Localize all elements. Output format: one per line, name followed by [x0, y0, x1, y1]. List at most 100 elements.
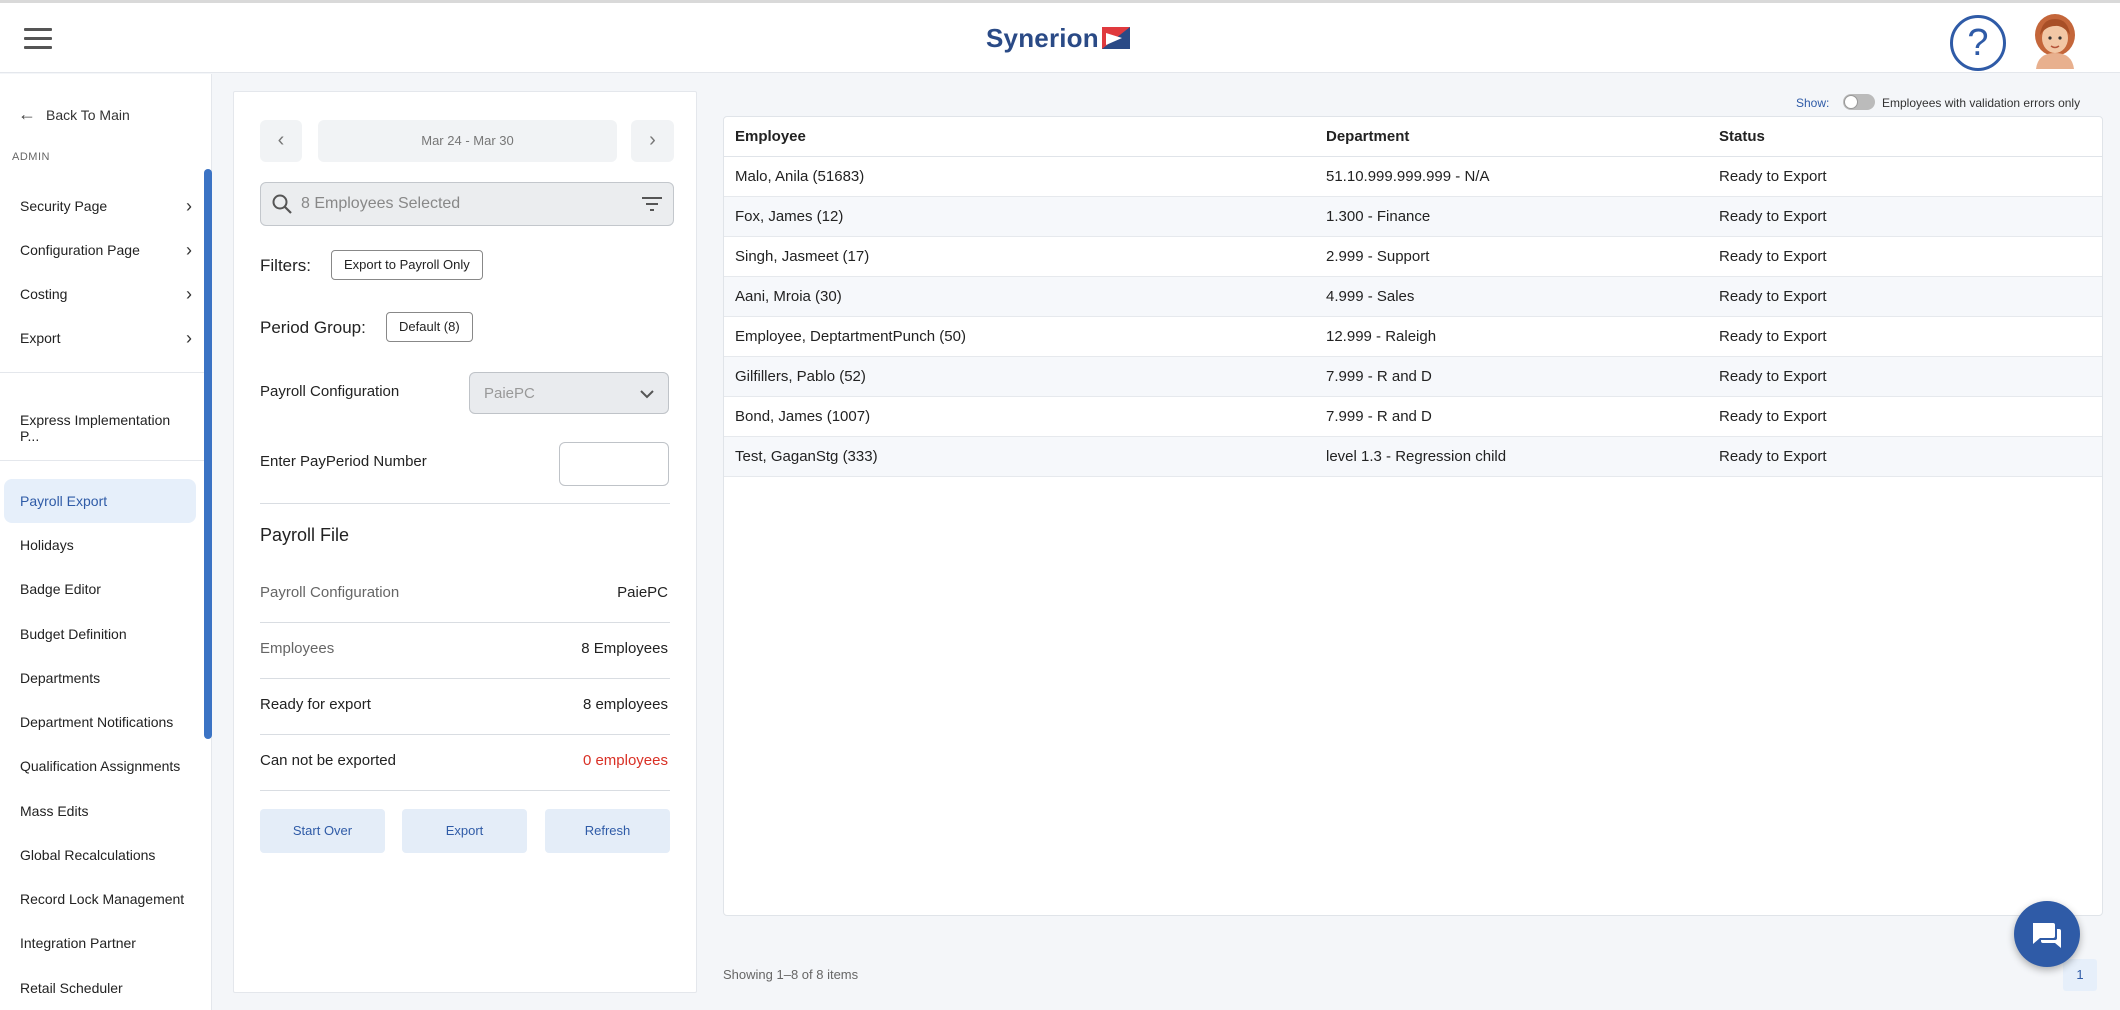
- chevron-down-icon: [640, 390, 654, 399]
- cell-department: 51.10.999.999.999 - N/A: [1326, 168, 1490, 185]
- chevron-right-icon: ›: [186, 240, 192, 260]
- page-button[interactable]: 1: [2063, 959, 2097, 991]
- cell-status: Ready to Export: [1719, 288, 1827, 305]
- sidebar-item-holidays[interactable]: Holidays: [20, 537, 192, 553]
- prev-period-button[interactable]: ‹: [260, 120, 302, 162]
- cell-department: 4.999 - Sales: [1326, 288, 1415, 305]
- show-label: Show:: [1796, 96, 1830, 110]
- cell-employee: Gilfillers, Pablo (52): [735, 368, 866, 385]
- next-period-button[interactable]: ›: [631, 120, 674, 162]
- table-row[interactable]: Employee, DeptartmentPunch (50) 12.999 -…: [724, 317, 2102, 357]
- help-icon[interactable]: ?: [1950, 15, 2006, 71]
- sidebar-item-retail-scheduler[interactable]: Retail Scheduler: [20, 980, 192, 996]
- table-row[interactable]: Aani, Mroia (30) 4.999 - Sales Ready to …: [724, 277, 2102, 317]
- chat-button[interactable]: [2014, 901, 2080, 967]
- table-row[interactable]: Fox, James (12) 1.300 - Finance Ready to…: [724, 197, 2102, 237]
- table-row[interactable]: Gilfillers, Pablo (52) 7.999 - R and D R…: [724, 357, 2102, 397]
- cell-employee: Singh, Jasmeet (17): [735, 248, 870, 265]
- logo-text: Synerion: [986, 22, 1099, 53]
- app-header: Synerion ?: [0, 3, 2120, 73]
- payroll-config-value: PaiePC: [484, 385, 535, 402]
- user-avatar[interactable]: [2030, 13, 2080, 69]
- cell-employee: Employee, DeptartmentPunch (50): [735, 328, 966, 345]
- back-label: Back To Main: [46, 106, 130, 123]
- date-range-button[interactable]: Mar 24 - Mar 30: [318, 120, 617, 162]
- summary-key: Employees: [260, 640, 335, 657]
- employee-grid: Employee Department Status Malo, Anila (…: [723, 116, 2103, 916]
- cell-status: Ready to Export: [1719, 368, 1827, 385]
- divider: [260, 622, 670, 623]
- sidebar-item-global-recalculations[interactable]: Global Recalculations: [20, 847, 192, 863]
- sidebar-item-express[interactable]: Express Implementation P...: [20, 412, 192, 444]
- cell-status: Ready to Export: [1719, 248, 1827, 265]
- cell-department: 7.999 - R and D: [1326, 408, 1432, 425]
- menu-icon[interactable]: [24, 28, 52, 50]
- sidebar-item-integration-partner[interactable]: Integration Partner: [20, 935, 192, 951]
- divider: [260, 678, 670, 679]
- cell-employee: Malo, Anila (51683): [735, 168, 865, 185]
- column-header-status[interactable]: Status: [1719, 128, 1765, 145]
- sidebar-item-label: Security Page: [20, 198, 108, 214]
- sidebar-item-export[interactable]: Export ›: [20, 328, 192, 348]
- filter-icon[interactable]: [641, 194, 663, 214]
- cell-status: Ready to Export: [1719, 208, 1827, 225]
- validation-errors-toggle[interactable]: [1843, 94, 1875, 110]
- logo: Synerion: [986, 21, 1132, 55]
- toggle-label: Employees with validation errors only: [1882, 96, 2081, 110]
- sidebar-item-qualification-assignments[interactable]: Qualification Assignments: [20, 758, 192, 774]
- logo-flag-icon: [1101, 27, 1130, 49]
- sidebar-scrollbar[interactable]: [204, 169, 212, 739]
- divider: [260, 734, 670, 735]
- export-to-payroll-only-chip[interactable]: Export to Payroll Only: [331, 250, 483, 280]
- section-label: ADMIN: [12, 151, 50, 163]
- period-group-chip[interactable]: Default (8): [386, 312, 473, 342]
- sidebar-item-label: Configuration Page: [20, 242, 140, 258]
- sidebar-item-security[interactable]: Security Page ›: [20, 196, 192, 216]
- pay-period-label: Enter PayPeriod Number: [260, 453, 427, 470]
- column-header-employee[interactable]: Employee: [735, 128, 806, 145]
- table-row[interactable]: Bond, James (1007) 7.999 - R and D Ready…: [724, 397, 2102, 437]
- export-button[interactable]: Export: [402, 809, 527, 853]
- table-row[interactable]: Malo, Anila (51683) 51.10.999.999.999 - …: [724, 157, 2102, 197]
- table-row[interactable]: Singh, Jasmeet (17) 2.999 - Support Read…: [724, 237, 2102, 277]
- filters-label: Filters:: [260, 256, 311, 275]
- employee-search-input[interactable]: 8 Employees Selected: [260, 182, 674, 226]
- sidebar-item-label: Costing: [20, 286, 68, 302]
- sidebar-item-badge-editor[interactable]: Badge Editor: [20, 581, 192, 597]
- sidebar-item-budget-definition[interactable]: Budget Definition: [20, 626, 192, 642]
- summary-value: PaiePC: [617, 584, 668, 601]
- sidebar-item-mass-edits[interactable]: Mass Edits: [20, 803, 192, 819]
- cell-status: Ready to Export: [1719, 168, 1827, 185]
- pay-period-input[interactable]: [559, 442, 669, 486]
- back-to-main-link[interactable]: ← Back To Main: [18, 104, 130, 125]
- divider: [260, 503, 670, 504]
- payroll-config-select[interactable]: PaiePC: [469, 372, 669, 414]
- cell-department: 1.300 - Finance: [1326, 208, 1431, 225]
- sidebar-item-departments[interactable]: Departments: [20, 670, 192, 686]
- arrow-left-icon: ←: [18, 104, 36, 124]
- cell-employee: Bond, James (1007): [735, 408, 871, 425]
- cell-status: Ready to Export: [1719, 448, 1827, 465]
- payroll-config-label: Payroll Configuration: [260, 383, 400, 400]
- summary-key: Payroll Configuration: [260, 584, 400, 601]
- summary-key: Can not be exported: [260, 752, 396, 769]
- refresh-button[interactable]: Refresh: [545, 809, 670, 853]
- period-group-label: Period Group:: [260, 318, 366, 337]
- sidebar-item-payroll-export[interactable]: Payroll Export: [20, 493, 192, 509]
- divider: [0, 372, 204, 373]
- pagination-summary: Showing 1–8 of 8 items: [723, 967, 859, 982]
- sidebar-item-record-lock-management[interactable]: Record Lock Management: [20, 891, 192, 907]
- sidebar-item-costing[interactable]: Costing ›: [20, 284, 192, 304]
- start-over-button[interactable]: Start Over: [260, 809, 385, 853]
- sidebar-item-configuration[interactable]: Configuration Page ›: [20, 240, 192, 260]
- summary-value: 8 employees: [582, 696, 668, 713]
- summary-value-error: 0 employees: [582, 752, 668, 769]
- cell-department: 12.999 - Raleigh: [1326, 328, 1437, 345]
- sidebar-item-department-notifications[interactable]: Department Notifications: [20, 714, 192, 730]
- column-header-department[interactable]: Department: [1326, 128, 1409, 145]
- cell-department: 2.999 - Support: [1326, 248, 1430, 265]
- divider: [0, 460, 204, 461]
- grid-header: Employee Department Status: [724, 117, 2102, 157]
- cell-employee: Fox, James (12): [735, 208, 844, 225]
- table-row[interactable]: Test, GaganStg (333) level 1.3 - Regress…: [724, 437, 2102, 477]
